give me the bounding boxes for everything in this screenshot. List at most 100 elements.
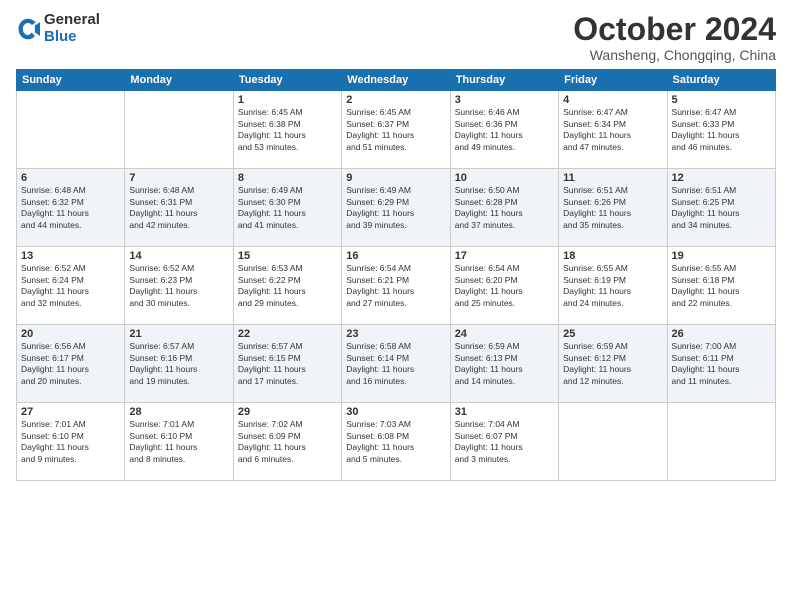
day-info: Sunrise: 6:57 AM Sunset: 6:15 PM Dayligh…: [238, 341, 337, 387]
day-info: Sunrise: 6:59 AM Sunset: 6:13 PM Dayligh…: [455, 341, 554, 387]
day-number: 8: [238, 172, 337, 184]
day-number: 19: [672, 250, 771, 262]
day-info: Sunrise: 6:56 AM Sunset: 6:17 PM Dayligh…: [21, 341, 120, 387]
page-header: General Blue October 2024 Wansheng, Chon…: [16, 12, 776, 63]
calendar-cell: 28Sunrise: 7:01 AM Sunset: 6:10 PM Dayli…: [125, 403, 233, 481]
calendar-cell: 23Sunrise: 6:58 AM Sunset: 6:14 PM Dayli…: [342, 325, 450, 403]
day-info: Sunrise: 6:48 AM Sunset: 6:31 PM Dayligh…: [129, 185, 228, 231]
month-title: October 2024: [573, 12, 776, 47]
calendar-cell: 21Sunrise: 6:57 AM Sunset: 6:16 PM Dayli…: [125, 325, 233, 403]
calendar-cell: 6Sunrise: 6:48 AM Sunset: 6:32 PM Daylig…: [17, 169, 125, 247]
calendar-cell: 17Sunrise: 6:54 AM Sunset: 6:20 PM Dayli…: [450, 247, 558, 325]
logo-icon: [16, 17, 40, 41]
calendar-cell: 10Sunrise: 6:50 AM Sunset: 6:28 PM Dayli…: [450, 169, 558, 247]
day-info: Sunrise: 6:47 AM Sunset: 6:34 PM Dayligh…: [563, 107, 662, 153]
weekday-row: SundayMondayTuesdayWednesdayThursdayFrid…: [17, 70, 776, 91]
day-info: Sunrise: 6:45 AM Sunset: 6:38 PM Dayligh…: [238, 107, 337, 153]
weekday-header-thursday: Thursday: [450, 70, 558, 91]
calendar-cell: [667, 403, 775, 481]
calendar-cell: 5Sunrise: 6:47 AM Sunset: 6:33 PM Daylig…: [667, 91, 775, 169]
day-number: 16: [346, 250, 445, 262]
calendar-body: 1Sunrise: 6:45 AM Sunset: 6:38 PM Daylig…: [17, 91, 776, 481]
calendar-cell: [17, 91, 125, 169]
calendar-cell: 4Sunrise: 6:47 AM Sunset: 6:34 PM Daylig…: [559, 91, 667, 169]
day-number: 15: [238, 250, 337, 262]
day-info: Sunrise: 7:01 AM Sunset: 6:10 PM Dayligh…: [21, 419, 120, 465]
logo: General Blue: [16, 12, 100, 45]
day-number: 5: [672, 94, 771, 106]
weekday-header-sunday: Sunday: [17, 70, 125, 91]
day-number: 10: [455, 172, 554, 184]
day-number: 4: [563, 94, 662, 106]
calendar-cell: 25Sunrise: 6:59 AM Sunset: 6:12 PM Dayli…: [559, 325, 667, 403]
calendar-week-1: 1Sunrise: 6:45 AM Sunset: 6:38 PM Daylig…: [17, 91, 776, 169]
day-number: 24: [455, 328, 554, 340]
day-info: Sunrise: 6:49 AM Sunset: 6:29 PM Dayligh…: [346, 185, 445, 231]
day-info: Sunrise: 6:46 AM Sunset: 6:36 PM Dayligh…: [455, 107, 554, 153]
day-number: 25: [563, 328, 662, 340]
calendar-cell: 24Sunrise: 6:59 AM Sunset: 6:13 PM Dayli…: [450, 325, 558, 403]
calendar-cell: 19Sunrise: 6:55 AM Sunset: 6:18 PM Dayli…: [667, 247, 775, 325]
day-info: Sunrise: 6:52 AM Sunset: 6:23 PM Dayligh…: [129, 263, 228, 309]
calendar-cell: 18Sunrise: 6:55 AM Sunset: 6:19 PM Dayli…: [559, 247, 667, 325]
day-info: Sunrise: 6:54 AM Sunset: 6:20 PM Dayligh…: [455, 263, 554, 309]
day-number: 29: [238, 406, 337, 418]
day-number: 18: [563, 250, 662, 262]
calendar-week-4: 20Sunrise: 6:56 AM Sunset: 6:17 PM Dayli…: [17, 325, 776, 403]
day-info: Sunrise: 6:48 AM Sunset: 6:32 PM Dayligh…: [21, 185, 120, 231]
day-info: Sunrise: 6:55 AM Sunset: 6:19 PM Dayligh…: [563, 263, 662, 309]
calendar-week-2: 6Sunrise: 6:48 AM Sunset: 6:32 PM Daylig…: [17, 169, 776, 247]
calendar-cell: 13Sunrise: 6:52 AM Sunset: 6:24 PM Dayli…: [17, 247, 125, 325]
day-info: Sunrise: 7:00 AM Sunset: 6:11 PM Dayligh…: [672, 341, 771, 387]
calendar-cell: 31Sunrise: 7:04 AM Sunset: 6:07 PM Dayli…: [450, 403, 558, 481]
logo-text: General Blue: [44, 12, 100, 45]
weekday-header-friday: Friday: [559, 70, 667, 91]
calendar-cell: 1Sunrise: 6:45 AM Sunset: 6:38 PM Daylig…: [233, 91, 341, 169]
title-block: October 2024 Wansheng, Chongqing, China: [573, 12, 776, 63]
calendar-cell: 14Sunrise: 6:52 AM Sunset: 6:23 PM Dayli…: [125, 247, 233, 325]
calendar-cell: 16Sunrise: 6:54 AM Sunset: 6:21 PM Dayli…: [342, 247, 450, 325]
day-number: 13: [21, 250, 120, 262]
day-number: 17: [455, 250, 554, 262]
day-number: 12: [672, 172, 771, 184]
calendar-cell: 2Sunrise: 6:45 AM Sunset: 6:37 PM Daylig…: [342, 91, 450, 169]
day-info: Sunrise: 7:01 AM Sunset: 6:10 PM Dayligh…: [129, 419, 228, 465]
day-info: Sunrise: 6:51 AM Sunset: 6:25 PM Dayligh…: [672, 185, 771, 231]
day-number: 27: [21, 406, 120, 418]
day-info: Sunrise: 7:04 AM Sunset: 6:07 PM Dayligh…: [455, 419, 554, 465]
day-number: 30: [346, 406, 445, 418]
day-number: 11: [563, 172, 662, 184]
day-info: Sunrise: 7:03 AM Sunset: 6:08 PM Dayligh…: [346, 419, 445, 465]
day-number: 23: [346, 328, 445, 340]
day-number: 14: [129, 250, 228, 262]
calendar-cell: [125, 91, 233, 169]
calendar-cell: 22Sunrise: 6:57 AM Sunset: 6:15 PM Dayli…: [233, 325, 341, 403]
day-info: Sunrise: 6:49 AM Sunset: 6:30 PM Dayligh…: [238, 185, 337, 231]
calendar-cell: 3Sunrise: 6:46 AM Sunset: 6:36 PM Daylig…: [450, 91, 558, 169]
calendar-cell: 9Sunrise: 6:49 AM Sunset: 6:29 PM Daylig…: [342, 169, 450, 247]
day-info: Sunrise: 6:51 AM Sunset: 6:26 PM Dayligh…: [563, 185, 662, 231]
day-info: Sunrise: 6:57 AM Sunset: 6:16 PM Dayligh…: [129, 341, 228, 387]
calendar-week-5: 27Sunrise: 7:01 AM Sunset: 6:10 PM Dayli…: [17, 403, 776, 481]
calendar-cell: 30Sunrise: 7:03 AM Sunset: 6:08 PM Dayli…: [342, 403, 450, 481]
calendar-header: SundayMondayTuesdayWednesdayThursdayFrid…: [17, 70, 776, 91]
day-info: Sunrise: 6:59 AM Sunset: 6:12 PM Dayligh…: [563, 341, 662, 387]
day-info: Sunrise: 6:52 AM Sunset: 6:24 PM Dayligh…: [21, 263, 120, 309]
calendar-cell: 29Sunrise: 7:02 AM Sunset: 6:09 PM Dayli…: [233, 403, 341, 481]
day-number: 22: [238, 328, 337, 340]
day-number: 3: [455, 94, 554, 106]
day-info: Sunrise: 6:54 AM Sunset: 6:21 PM Dayligh…: [346, 263, 445, 309]
calendar-week-3: 13Sunrise: 6:52 AM Sunset: 6:24 PM Dayli…: [17, 247, 776, 325]
weekday-header-monday: Monday: [125, 70, 233, 91]
day-number: 1: [238, 94, 337, 106]
day-number: 6: [21, 172, 120, 184]
calendar-cell: 26Sunrise: 7:00 AM Sunset: 6:11 PM Dayli…: [667, 325, 775, 403]
day-number: 2: [346, 94, 445, 106]
day-number: 31: [455, 406, 554, 418]
day-info: Sunrise: 7:02 AM Sunset: 6:09 PM Dayligh…: [238, 419, 337, 465]
calendar-cell: 7Sunrise: 6:48 AM Sunset: 6:31 PM Daylig…: [125, 169, 233, 247]
calendar-cell: 12Sunrise: 6:51 AM Sunset: 6:25 PM Dayli…: [667, 169, 775, 247]
calendar: SundayMondayTuesdayWednesdayThursdayFrid…: [16, 69, 776, 481]
day-info: Sunrise: 6:53 AM Sunset: 6:22 PM Dayligh…: [238, 263, 337, 309]
calendar-cell: [559, 403, 667, 481]
